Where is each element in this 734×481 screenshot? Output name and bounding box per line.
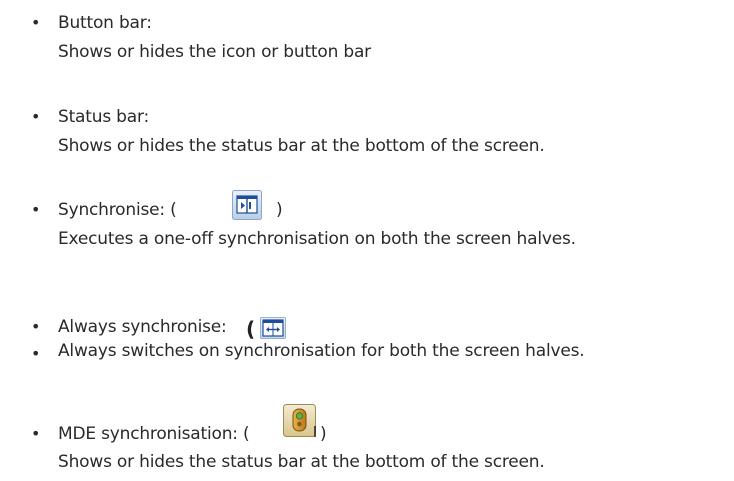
item-title: MDE synchronisation: ( <box>58 424 250 444</box>
bullet: • <box>31 344 41 363</box>
always-synchronise-icon <box>260 317 286 339</box>
bullet: • <box>31 13 41 32</box>
item-description: Shows or hides the icon or button bar <box>58 42 371 62</box>
bullet: • <box>31 424 41 443</box>
item-title: Always synchronise: <box>58 317 227 337</box>
item-title-suffix: ) <box>320 424 327 444</box>
bullet: • <box>31 200 41 219</box>
item-description: Shows or hides the status bar at the bot… <box>58 452 545 472</box>
item-title: Status bar: <box>58 107 150 127</box>
mde-synchronisation-icon <box>283 404 316 437</box>
bullet: • <box>31 107 41 126</box>
bullet: • <box>31 317 41 336</box>
item-description: Shows or hides the status bar at the bot… <box>58 136 545 156</box>
item-title-paren: ( <box>246 317 256 341</box>
item-description: Always switches on synchronisation for b… <box>58 341 585 361</box>
item-title-suffix: ) <box>276 200 283 220</box>
item-description: Executes a one-off synchronisation on bo… <box>58 229 576 249</box>
item-title: Button bar: <box>58 13 152 33</box>
item-title: Synchronise: ( <box>58 200 177 220</box>
synchronise-icon <box>232 190 262 220</box>
